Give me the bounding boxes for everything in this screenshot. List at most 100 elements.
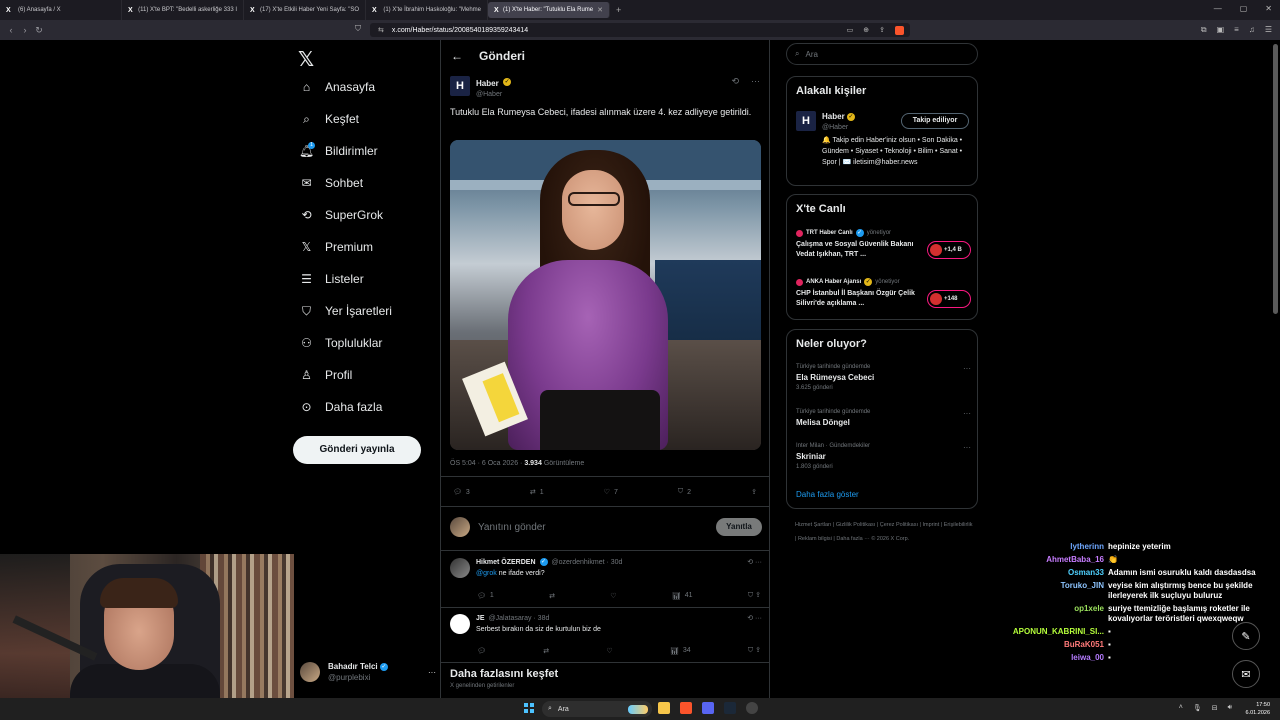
url-field[interactable]: ⇆ x.com/Haber/status/2008540189359243414… (370, 23, 910, 37)
reply-button[interactable]: Yanıtla (716, 518, 762, 536)
maximize-icon[interactable]: ▢ (1240, 4, 1248, 13)
file-explorer-icon[interactable] (658, 702, 670, 714)
more-icon[interactable]: ··· (963, 443, 971, 452)
minimize-icon[interactable]: — (1214, 4, 1222, 13)
close-tab-icon[interactable]: ✕ (597, 6, 603, 14)
nav-chat[interactable]: ✉ Sohbet (300, 176, 363, 190)
more-icon[interactable]: ··· (428, 668, 436, 677)
repost-icon[interactable]: ⇄ (543, 646, 549, 655)
menu-icon[interactable]: ≡ (1234, 25, 1239, 35)
nav-profile[interactable]: ♙ Profil (300, 368, 352, 382)
music-icon[interactable]: ♫ (1249, 25, 1255, 35)
messages-icon[interactable]: ✉ (1232, 660, 1260, 688)
trend-item[interactable]: Türkiye tarihinde gündemde Melisa Döngel… (796, 409, 971, 430)
more-icon[interactable]: ··· (963, 409, 971, 418)
back-icon[interactable]: ‹ (4, 25, 18, 35)
reply-icon: 💬︎ (477, 592, 486, 600)
taskbar-clock[interactable]: 17:50 6.01.2026 (1246, 701, 1270, 717)
browser-tab[interactable]: X (11) X'te BPT: "Bedelli askerliğe 333 I (122, 0, 244, 20)
reply-item[interactable]: Hikmet ÖZERDEN ✓ @ozerdenhikmet · 30d ⟲ ···… (450, 558, 762, 578)
close-window-icon[interactable]: ✕ (1265, 4, 1272, 13)
extensions-icon[interactable]: ⧉ (1201, 25, 1207, 35)
footer-links[interactable]: Hizmet Şartları | Gizlilik Politikası | … (795, 518, 975, 546)
reply-action[interactable]: 💬︎ 1 (477, 591, 494, 600)
back-arrow-icon[interactable]: ← (451, 49, 463, 63)
more-icon[interactable]: ··· (963, 364, 971, 373)
nav-premium[interactable]: 𝕏 Premium (300, 240, 373, 254)
nav-more[interactable]: ⊙ Daha fazla (300, 400, 382, 414)
nav-notifications[interactable]: 🔔︎ 1 Bildirimler (299, 141, 378, 158)
volume-icon[interactable]: 🔊︎ (1228, 704, 1232, 712)
scrollbar[interactable] (1273, 44, 1278, 314)
forward-icon[interactable]: › (18, 25, 32, 35)
trend-item[interactable]: Türkiye tarihinde gündemde Ela Rümeysa C… (796, 364, 971, 391)
heart-icon[interactable]: ♡ (610, 591, 616, 600)
brave-shield-icon[interactable] (895, 25, 904, 35)
browser-tab[interactable]: X (1) X'te İbrahim Haskoloğlu: "Mehme (366, 0, 488, 20)
nav-lists[interactable]: ☰ Listeler (300, 272, 364, 286)
compose-icon[interactable]: ✎ (1232, 622, 1260, 650)
nav-home[interactable]: ⌂ Anasayfa (300, 80, 375, 94)
views-action[interactable]: 📊︎ 41 (672, 591, 693, 600)
show-more-link[interactable]: Daha fazla göster (796, 490, 859, 499)
screen-icon[interactable]: ▭ (847, 26, 854, 35)
reply-item[interactable]: JE @Jalatasaray · 38d ⟲ ··· Serbest bırakı… (450, 614, 762, 634)
steam-icon[interactable] (724, 702, 736, 714)
network-icon[interactable]: ⊟ (1212, 704, 1218, 712)
reload-icon[interactable]: ↻ (32, 25, 46, 36)
nav-explore[interactable]: ⌕ Keşfet (300, 112, 359, 127)
taskbar-search[interactable]: ⌕ Ara (542, 701, 652, 717)
more-icon[interactable]: ⟲ ··· (747, 614, 762, 622)
repost-action[interactable]: ⇄ 1 (530, 488, 544, 497)
repost-icon[interactable]: ⇄ (549, 591, 555, 600)
nav-bookmarks[interactable]: ⛉ Yer İşaretleri (300, 304, 392, 319)
live-listeners-pill[interactable]: +148 (927, 290, 971, 308)
share-icon[interactable]: ⇪ (879, 26, 885, 35)
heart-icon[interactable]: ♡ (606, 646, 612, 655)
browser-tab-active[interactable]: X (1) X'te Haber: "Tutuklu Ela Rume ✕ (488, 2, 610, 18)
wallet-icon[interactable]: ▣ (1217, 25, 1225, 35)
browser-tab[interactable]: X (6) Anasayfa / X (0, 0, 122, 20)
share-icon[interactable]: ⇪ (751, 488, 757, 496)
notification-badge: 1 (308, 141, 315, 149)
haber-avatar[interactable]: H (450, 76, 470, 96)
post-button[interactable]: Gönderi yayınla (293, 436, 421, 464)
browser-tab[interactable]: X (17) X'te Etkili Haber Yeni Sayfa: "SO (244, 0, 366, 20)
chevron-up-icon[interactable]: ˄ (1179, 704, 1183, 712)
hamburger-icon[interactable]: ☰ (1265, 25, 1272, 35)
tweet-author-handle[interactable]: @Haber (476, 89, 511, 100)
mic-icon[interactable]: 🎙︎ (1193, 704, 1202, 712)
reply-input[interactable]: Yanıtını gönder (478, 522, 546, 533)
live-item[interactable]: TRT Haber Canlı ✓ yönetiyor Çalışma ve Sos… (796, 229, 971, 260)
account-switcher[interactable]: Bahadır Telci ✓ @purplebixi ··· (300, 660, 436, 684)
translate-icon[interactable]: ⊕ (863, 26, 869, 35)
live-listeners-pill[interactable]: +1,4 B (927, 241, 971, 259)
heart-icon: ♡ (603, 489, 610, 496)
brave-browser-icon[interactable] (680, 702, 692, 714)
tweet-author-name[interactable]: Haber (476, 79, 499, 88)
obs-icon[interactable] (746, 702, 758, 714)
live-item[interactable]: ANKA Haber Ajansı ✓ yönetiyor CHP İstanbul… (796, 278, 971, 309)
site-info-icon[interactable]: ⇆ (378, 26, 384, 34)
tweet-photo[interactable] (450, 140, 761, 450)
windows-start-icon[interactable] (524, 703, 535, 713)
views-action[interactable]: 📊︎ 34 (670, 646, 691, 655)
bookmark-icon[interactable]: ⛉ ⇪ (748, 646, 761, 655)
bookmark-page-icon[interactable]: ⛉ (355, 24, 361, 34)
reply-icon[interactable]: 💬︎ (477, 646, 486, 655)
nav-communities[interactable]: ⚇ Topluluklar (300, 336, 382, 350)
discord-icon[interactable] (702, 702, 714, 714)
bookmark-action[interactable]: ⛉ 2 (678, 488, 691, 496)
nav-supergrok[interactable]: ⟲ SuperGrok (300, 208, 383, 222)
x-logo[interactable]: 𝕏 (298, 47, 314, 72)
bookmark-icon[interactable]: ⛉ ⇪ (748, 591, 761, 600)
grok-icon[interactable]: ⟲ (731, 76, 739, 100)
reply-action[interactable]: 💬︎ 3 (453, 488, 470, 497)
following-button[interactable]: Takip ediliyor (901, 113, 969, 129)
new-tab-button[interactable]: + (610, 5, 627, 15)
search-input[interactable]: ⌕ Ara (786, 43, 978, 65)
trend-item[interactable]: Inter Milan · Gündemdekiler Skriniar 1.8… (796, 443, 971, 470)
more-icon[interactable]: ⟲ ··· (747, 558, 762, 566)
more-icon[interactable]: ··· (751, 76, 760, 100)
like-action[interactable]: ♡ 7 (603, 488, 618, 497)
